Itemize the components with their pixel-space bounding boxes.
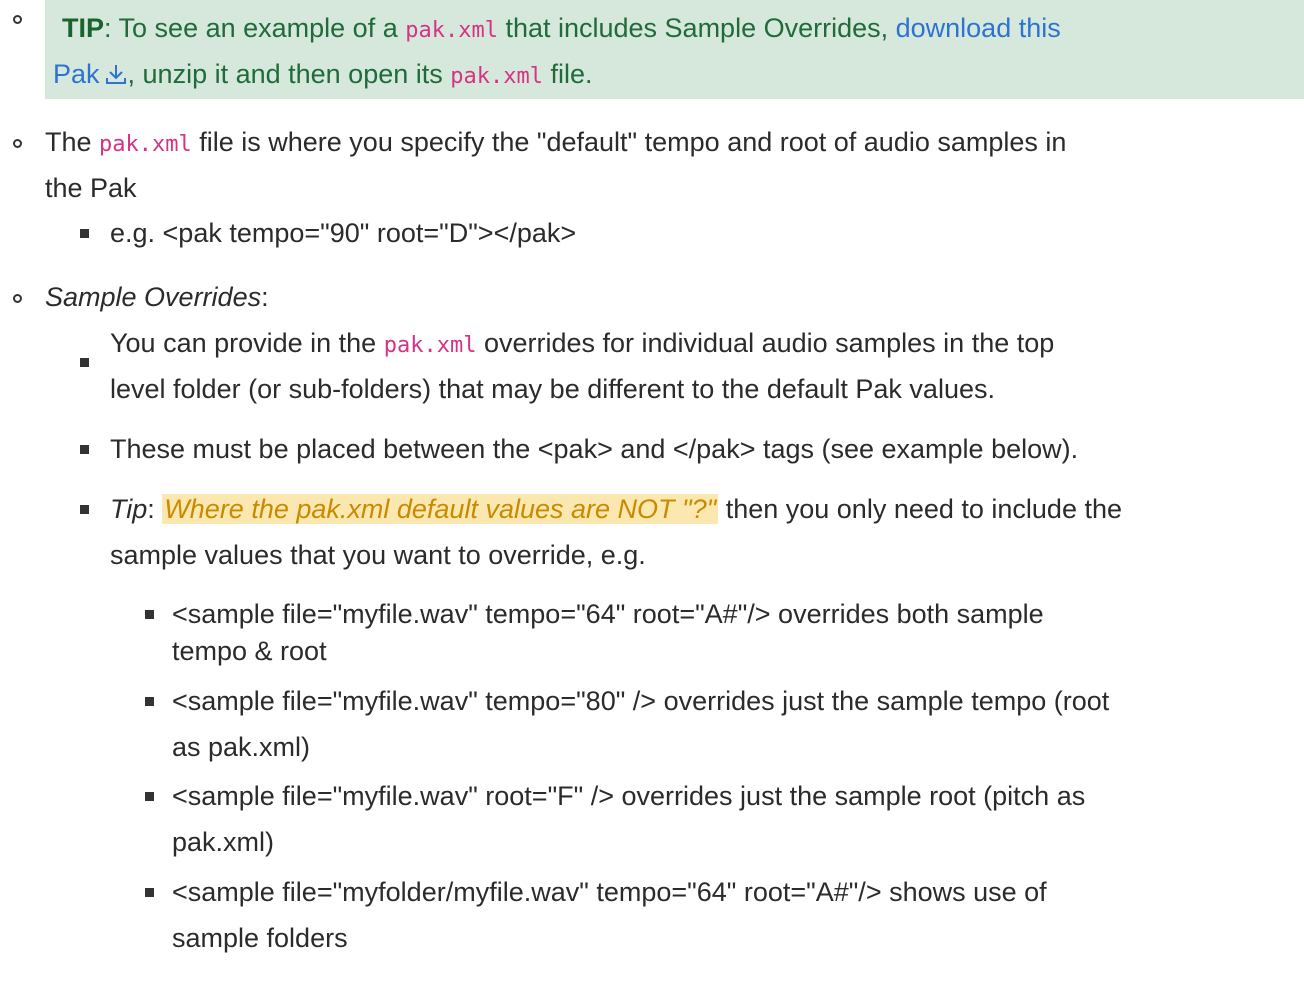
example-1-line-2: tempo & root	[172, 636, 327, 666]
download-icon[interactable]	[104, 59, 128, 84]
bullet-square	[145, 888, 154, 897]
sub2-line: These must be placed between the <pak> a…	[110, 434, 1079, 464]
code-pak-xml: pak.xml	[405, 18, 498, 43]
sub1-line-2: level folder (or sub-folders) that may b…	[110, 374, 995, 404]
example-3-line-1: <sample file="myfile.wav" root="F" /> ov…	[172, 781, 1086, 811]
tip-italic-label: Tip	[110, 494, 148, 524]
item1-line-2: the Pak	[45, 173, 137, 203]
highlighted-text: Where the pak.xml default values are NOT…	[162, 494, 719, 524]
page: TIP: To see an example of a pak.xml that…	[0, 0, 1304, 983]
sub3-line-1: Tip: Where the pak.xml default values ar…	[110, 494, 1123, 524]
code-pak-xml: pak.xml	[383, 333, 477, 358]
bullet-square	[145, 610, 154, 619]
example-4-line-2: sample folders	[172, 923, 348, 953]
download-link-pak[interactable]: Pak	[53, 59, 100, 89]
bullet-hollow	[13, 139, 22, 148]
bullet-square	[145, 792, 154, 801]
example-1-line-1: <sample file="myfile.wav" tempo="64" roo…	[172, 599, 1044, 629]
item2-heading-line: Sample Overrides:	[45, 282, 269, 312]
sub3-line-2: sample values that you want to override,…	[110, 540, 646, 570]
download-link[interactable]: download this	[896, 13, 1061, 43]
bullet-square	[80, 229, 89, 238]
example-3-line-2: pak.xml)	[172, 827, 275, 857]
tip-box: TIP: To see an example of a pak.xml that…	[45, 0, 1304, 99]
bullet-square	[80, 358, 89, 367]
tip-line-2: Pak, unzip it and then open its pak.xml …	[53, 59, 593, 89]
bullet-hollow	[13, 15, 22, 24]
bullet-square	[80, 505, 89, 514]
bullet-hollow	[13, 294, 22, 303]
tip-line-1: TIP: To see an example of a pak.xml that…	[62, 13, 1061, 43]
example-2-line-1: <sample file="myfile.wav" tempo="80" /> …	[172, 686, 1110, 716]
example-2-line-2: as pak.xml)	[172, 732, 311, 762]
code-pak-xml: pak.xml	[450, 64, 543, 89]
example-4-line-1: <sample file="myfolder/myfile.wav" tempo…	[172, 877, 1047, 907]
bullet-square	[145, 697, 154, 706]
item1-line-1: The pak.xml file is where you specify th…	[45, 127, 1067, 157]
sub1-line-1: You can provide in the pak.xml overrides…	[110, 328, 1055, 358]
bullet-square	[80, 445, 89, 454]
item1-example: e.g. <pak tempo="90" root="D"></pak>	[110, 218, 577, 248]
tip-label: TIP	[62, 13, 105, 43]
code-pak-xml: pak.xml	[99, 132, 192, 157]
sample-overrides-heading: Sample Overrides	[45, 282, 262, 312]
